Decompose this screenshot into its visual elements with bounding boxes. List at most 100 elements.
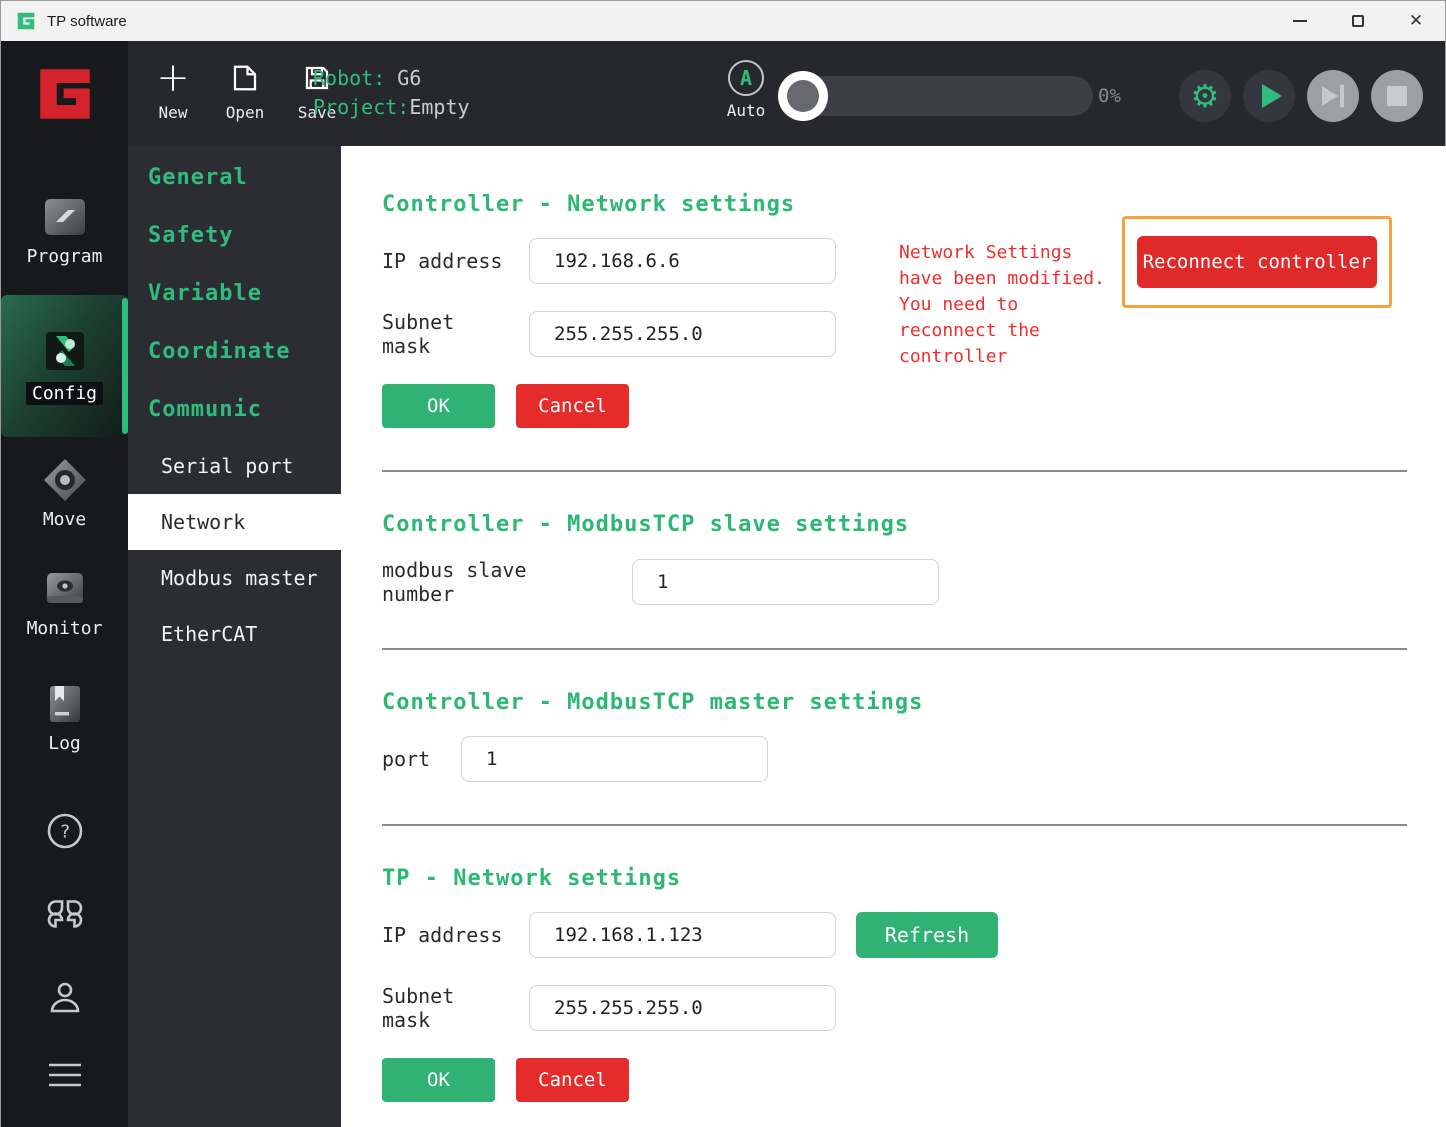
project-info: Robot: G6 Project:Empty xyxy=(313,64,470,122)
apps-grid-icon xyxy=(49,902,81,927)
brand-logo-zone xyxy=(1,41,128,146)
submenu-item-safety[interactable]: Safety xyxy=(128,206,341,264)
submenu-item-ethercat[interactable]: EtherCAT xyxy=(128,606,341,662)
project-label: Project: xyxy=(313,95,409,119)
submenu-item-network[interactable]: Network xyxy=(128,494,341,550)
robot-value: G6 xyxy=(385,66,421,90)
submenu-item-variable[interactable]: Variable xyxy=(128,264,341,322)
brand-logo-icon xyxy=(32,61,98,127)
auto-mode-label: Auto xyxy=(726,101,766,120)
config-icon xyxy=(42,328,88,374)
controller-network-cancel-button[interactable]: Cancel xyxy=(516,384,629,428)
speed-slider[interactable] xyxy=(781,76,1093,116)
open-button[interactable]: Open xyxy=(217,57,273,122)
menu-button[interactable] xyxy=(43,1060,87,1090)
new-icon: + xyxy=(156,58,190,98)
open-label: Open xyxy=(226,103,265,122)
log-icon xyxy=(42,681,88,727)
toolbar: + New Open xyxy=(1,41,1445,146)
title-bar: TP software ✕ xyxy=(1,1,1445,41)
network-modified-warning: Network Settings have been modified. You… xyxy=(899,240,1111,370)
step-forward-icon xyxy=(1322,85,1344,107)
section-divider xyxy=(382,648,1407,650)
sidebar-item-label: Move xyxy=(43,509,86,530)
sidebar-item-monitor[interactable]: Monitor xyxy=(1,566,128,639)
submenu-item-modbus-master[interactable]: Modbus master xyxy=(128,550,341,606)
sidebar-item-log[interactable]: Log xyxy=(1,681,128,754)
sidebar-item-label: Config xyxy=(26,382,103,405)
monitor-icon xyxy=(42,566,88,612)
sidebar: Program Config Move xyxy=(1,146,128,1127)
controller-mask-input[interactable] xyxy=(529,311,836,357)
modbus-slave-number-input[interactable] xyxy=(632,559,939,605)
mode-indicator[interactable]: A Auto xyxy=(726,60,766,120)
help-button[interactable]: ? xyxy=(46,812,84,850)
user-button[interactable] xyxy=(45,978,85,1018)
sidebar-item-config[interactable]: Config xyxy=(1,295,128,437)
app-logo-icon xyxy=(15,10,37,32)
question-icon: ? xyxy=(59,822,70,843)
section-divider xyxy=(382,470,1407,472)
ip-address-label: IP address xyxy=(382,923,507,947)
refresh-button[interactable]: Refresh xyxy=(856,912,998,958)
controller-network-ok-button[interactable]: OK xyxy=(382,384,495,428)
minimize-button[interactable] xyxy=(1271,1,1329,41)
config-submenu: General Safety Variable Coordinate Commu… xyxy=(128,146,341,1127)
maximize-icon xyxy=(1352,15,1364,27)
move-icon xyxy=(42,457,88,503)
user-icon xyxy=(52,984,78,1011)
tp-mask-input[interactable] xyxy=(529,985,836,1031)
submenu-item-serial-port[interactable]: Serial port xyxy=(128,438,341,494)
minimize-icon xyxy=(1293,20,1307,22)
program-icon xyxy=(42,194,88,240)
close-button[interactable]: ✕ xyxy=(1387,1,1445,41)
section-title: Controller - Network settings xyxy=(382,192,1407,218)
apps-button[interactable] xyxy=(45,894,85,934)
sidebar-item-label: Monitor xyxy=(27,618,103,639)
section-title: Controller - ModbusTCP slave settings xyxy=(382,512,1407,538)
app-window: TP software ✕ + New xyxy=(0,0,1446,1127)
new-label: New xyxy=(159,103,188,122)
ip-address-label: IP address xyxy=(382,249,507,273)
gear-icon: ⚙ xyxy=(1191,80,1220,112)
modbus-master-port-input[interactable] xyxy=(461,736,768,782)
modbus-slave-number-label: modbus slave number xyxy=(382,558,610,606)
submenu-item-general[interactable]: General xyxy=(128,148,341,206)
robot-label: Robot: xyxy=(313,66,385,90)
open-file-icon xyxy=(230,63,260,93)
maximize-button[interactable] xyxy=(1329,1,1387,41)
auto-mode-icon: A xyxy=(728,60,764,96)
speed-slider-handle[interactable] xyxy=(778,71,828,121)
subnet-mask-label: Subnet mask xyxy=(382,310,507,358)
new-button[interactable]: + New xyxy=(145,57,201,122)
section-title: TP - Network settings xyxy=(382,866,1407,892)
hamburger-icon xyxy=(49,1065,81,1085)
run-button[interactable] xyxy=(1243,70,1295,122)
play-icon xyxy=(1262,84,1282,108)
section-title: Controller - ModbusTCP master settings xyxy=(382,690,1407,716)
controller-ip-input[interactable] xyxy=(529,238,836,284)
tp-network-cancel-button[interactable]: Cancel xyxy=(516,1058,629,1102)
section-divider xyxy=(382,824,1407,826)
window-title: TP software xyxy=(47,13,127,30)
reconnect-highlight-box: Reconnect controller xyxy=(1122,216,1392,308)
project-value: Empty xyxy=(409,95,469,119)
submenu-item-coordinate[interactable]: Coordinate xyxy=(128,322,341,380)
step-button[interactable] xyxy=(1307,70,1359,122)
section-modbus-master: Controller - ModbusTCP master settings p… xyxy=(382,690,1407,826)
section-controller-network: Controller - Network settings Network Se… xyxy=(382,192,1407,472)
submenu-item-communic[interactable]: Communic xyxy=(128,380,341,438)
tp-ip-input[interactable] xyxy=(529,912,836,958)
stop-button[interactable] xyxy=(1371,70,1423,122)
sidebar-item-label: Program xyxy=(27,246,103,267)
port-label: port xyxy=(382,747,439,771)
sidebar-item-label: Log xyxy=(48,733,81,754)
speed-percentage: 0% xyxy=(1098,85,1121,107)
settings-button[interactable]: ⚙ xyxy=(1179,70,1231,122)
tp-network-ok-button[interactable]: OK xyxy=(382,1058,495,1102)
section-tp-network: TP - Network settings IP address Refresh… xyxy=(382,866,1407,1102)
sidebar-item-move[interactable]: Move xyxy=(1,457,128,530)
reconnect-controller-button[interactable]: Reconnect controller xyxy=(1137,236,1377,288)
section-modbus-slave: Controller - ModbusTCP slave settings mo… xyxy=(382,512,1407,650)
sidebar-item-program[interactable]: Program xyxy=(1,194,128,267)
